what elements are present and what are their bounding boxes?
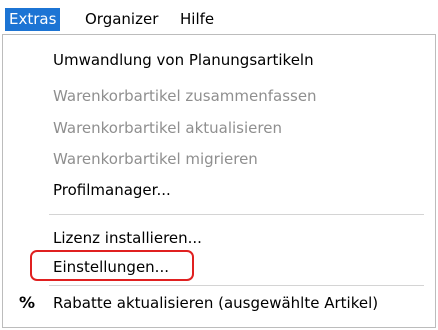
menu-item-warenkorbartikel-migrieren: Warenkorbartikel migrieren xyxy=(53,150,258,168)
menu-item-profilmanager[interactable]: Profilmanager... xyxy=(53,178,171,202)
menu-item-warenkorbartikel-aktualisieren: Warenkorbartikel aktualisieren xyxy=(53,119,282,137)
percent-icon: % xyxy=(19,293,36,312)
menu-separator xyxy=(49,214,424,215)
menu-item-rabatte-aktualisieren[interactable]: Rabatte aktualisieren (ausgewählte Artik… xyxy=(53,291,378,315)
menu-hilfe[interactable]: Hilfe xyxy=(180,8,214,31)
einstellungen-highlight-box xyxy=(30,250,194,281)
menu-separator xyxy=(49,285,424,286)
menu-item-warenkorbartikel-zusammenfassen: Warenkorbartikel zusammenfassen xyxy=(53,87,317,105)
menu-item-lizenz-installieren[interactable]: Lizenz installieren... xyxy=(53,226,202,250)
menu-organizer[interactable]: Organizer xyxy=(85,8,158,31)
menu-extras[interactable]: Extras xyxy=(5,8,61,31)
menu-bar: Extras Organizer Hilfe xyxy=(0,0,438,37)
menu-item-umwandlung-planungsartikeln[interactable]: Umwandlung von Planungsartikeln xyxy=(53,48,314,72)
